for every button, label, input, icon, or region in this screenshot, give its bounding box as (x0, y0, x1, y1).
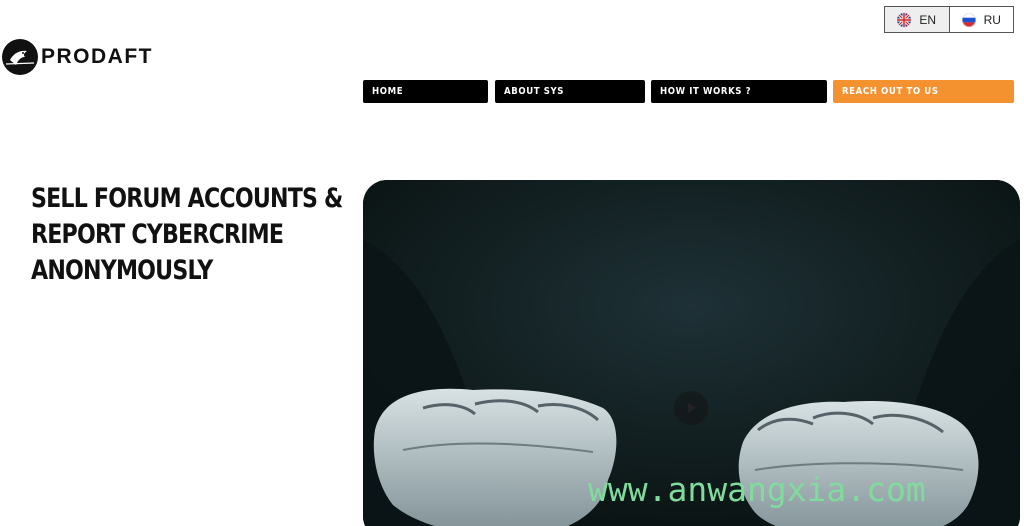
hero-title-line: REPORT CYBERCRIME (31, 219, 284, 250)
play-icon (685, 402, 697, 414)
nav-reach-out-button[interactable]: REACH OUT TO US (833, 80, 1014, 103)
language-switcher: EN RU (884, 6, 1014, 33)
logo[interactable]: PRODAFT (1, 38, 153, 76)
uk-flag-icon (897, 12, 912, 27)
logo-text: PRODAFT (41, 45, 153, 68)
play-button[interactable] (674, 391, 708, 425)
hero-title: SELL FORUM ACCOUNTS & REPORT CYBERCRIME … (31, 181, 343, 289)
crow-logo-icon (1, 38, 39, 76)
russia-flag-icon (961, 12, 976, 27)
language-option-ru[interactable]: RU (948, 7, 1014, 32)
hero-title-line: ANONYMOUSLY (31, 255, 213, 286)
language-label-en: EN (919, 12, 937, 27)
nav-how-it-works-button[interactable]: HOW IT WORKS ? (651, 80, 827, 103)
language-label-ru: RU (983, 12, 1001, 27)
left-fist (373, 388, 617, 526)
nav-about-button[interactable]: ABOUT SYS (495, 80, 645, 103)
hero-title-line: SELL FORUM ACCOUNTS & (31, 183, 343, 214)
watermark-text: www.anwangxia.com (588, 470, 926, 509)
language-option-en[interactable]: EN (885, 7, 949, 32)
nav-home-button[interactable]: HOME (363, 80, 488, 103)
